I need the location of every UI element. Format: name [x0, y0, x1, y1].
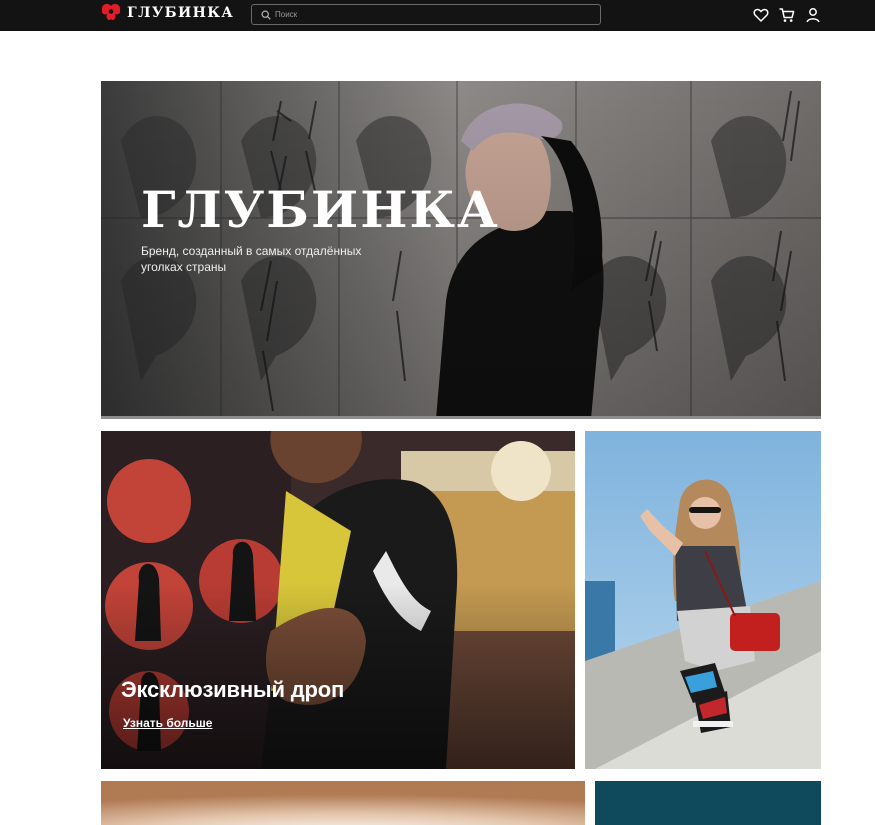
bottom-left-photo	[101, 781, 585, 825]
learn-more-link[interactable]: Узнать больше	[123, 716, 212, 730]
hero-banner[interactable]: ГЛУБИНКА Бренд, созданный в самых отдалё…	[101, 81, 821, 419]
search-icon	[261, 9, 271, 20]
sneakers-promo-card[interactable]	[585, 431, 821, 769]
user-icon[interactable]	[805, 7, 821, 23]
hero-subtitle: Бренд, созданный в самых отдалённых угол…	[141, 244, 362, 274]
bottom-right-panel	[595, 781, 821, 825]
exclusive-drop-card[interactable]: Эксклюзивный дроп Узнать больше	[101, 431, 575, 769]
search-input[interactable]	[275, 6, 595, 23]
exclusive-drop-title: Эксклюзивный дроп	[121, 677, 345, 702]
top-navigation-bar: ГЛУБИНКА	[0, 0, 875, 31]
logo-mark-icon	[101, 3, 121, 21]
heart-icon[interactable]	[753, 7, 769, 23]
cart-icon[interactable]	[779, 7, 795, 23]
search-bar[interactable]	[251, 4, 601, 25]
bottom-promo-card-left[interactable]	[101, 781, 585, 825]
brand-name: ГЛУБИНКА	[127, 5, 235, 21]
bottom-promo-card-right[interactable]	[595, 781, 821, 825]
hero-title: ГЛУБИНКА	[141, 180, 500, 239]
sneakers-promo-photo	[585, 431, 821, 769]
brand-logo[interactable]: ГЛУБИНКА	[100, 3, 234, 23]
